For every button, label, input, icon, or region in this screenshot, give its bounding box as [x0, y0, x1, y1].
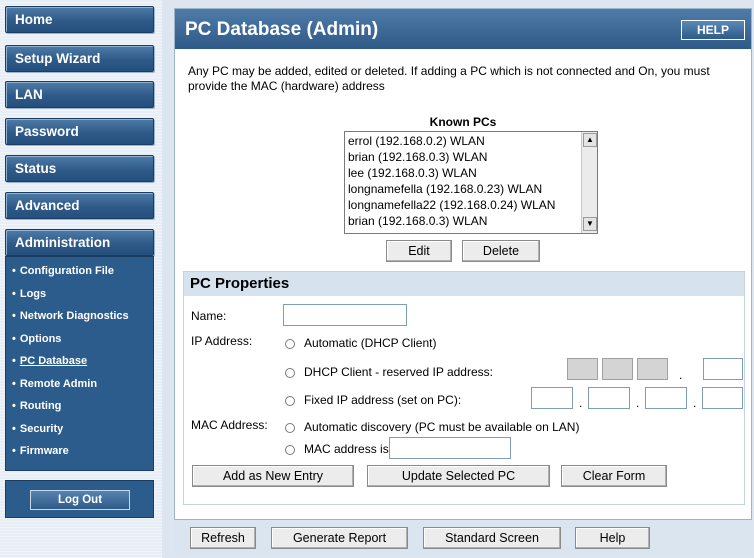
- list-item[interactable]: longnamefella (192.168.0.23) WLAN: [348, 182, 542, 196]
- page-title: PC Database (Admin): [185, 19, 379, 40]
- add-entry-button[interactable]: Add as New Entry: [192, 465, 354, 487]
- ip-dot: .: [693, 396, 697, 410]
- mac-auto-label: Automatic discovery (PC must be availabl…: [304, 420, 580, 434]
- nav-setup-wizard[interactable]: Setup Wizard: [5, 45, 154, 72]
- submenu-remote-admin[interactable]: • Remote Admin: [12, 378, 97, 390]
- ip-dot: .: [679, 368, 683, 382]
- submenu-options[interactable]: • Options: [12, 333, 61, 345]
- submenu-pc-database[interactable]: • PC Database: [12, 355, 87, 367]
- list-item[interactable]: brian (192.168.0.3) WLAN: [348, 214, 487, 228]
- ip-automatic-radio[interactable]: [285, 339, 295, 349]
- submenu-label: Logs: [19, 288, 47, 300]
- nav-status[interactable]: Status: [5, 155, 154, 182]
- submenu-label: PC Database: [19, 355, 88, 367]
- list-item[interactable]: brian (192.168.0.3) WLAN: [348, 150, 487, 164]
- fixed-ip-octet-2[interactable]: [588, 387, 630, 409]
- sidebar: Home Setup Wizard LAN Password Status Ad…: [0, 0, 162, 558]
- reserved-ip-octet-3[interactable]: [637, 358, 668, 380]
- intro-text: Any PC may be added, edited or deleted. …: [188, 64, 710, 93]
- refresh-button[interactable]: Refresh: [190, 527, 256, 549]
- ip-fixed-radio[interactable]: [285, 396, 295, 406]
- submenu-network-diagnostics[interactable]: • Network Diagnostics: [12, 310, 129, 322]
- logout-button[interactable]: Log Out: [30, 490, 130, 510]
- title-bar: PC Database (Admin) HELP: [175, 9, 751, 49]
- help-button[interactable]: HELP: [681, 20, 745, 40]
- reserved-ip-octet-2[interactable]: [602, 358, 633, 380]
- ip-dot: .: [579, 396, 583, 410]
- admin-submenu: • Configuration File • Logs • Network Diagn…: [5, 256, 154, 471]
- list-item[interactable]: lee (192.168.0.3) WLAN: [348, 166, 477, 180]
- edit-button[interactable]: Edit: [386, 240, 452, 262]
- clear-form-button[interactable]: Clear Form: [561, 465, 667, 487]
- list-scrollbar[interactable]: ▲ ▼: [581, 132, 597, 233]
- nav-administration[interactable]: Administration: [5, 229, 154, 256]
- nav-home[interactable]: Home: [5, 6, 154, 33]
- submenu-label: Routing: [19, 400, 62, 412]
- fixed-ip-octet-4[interactable]: [702, 387, 743, 409]
- pc-properties-title: PC Properties: [190, 275, 290, 292]
- bottom-toolbar: Refresh Generate Report Standard Screen …: [174, 521, 752, 556]
- mac-address-label: MAC Address:: [191, 418, 268, 432]
- mac-auto-radio[interactable]: [285, 423, 295, 433]
- mac-address-field[interactable]: [389, 437, 511, 459]
- reserved-ip-octet-4[interactable]: [703, 358, 743, 380]
- help-bottom-button[interactable]: Help: [575, 527, 650, 549]
- pc-properties-header: PC Properties: [184, 272, 744, 296]
- known-pcs-list[interactable]: errol (192.168.0.2) WLAN brian (192.168.…: [344, 131, 598, 234]
- fixed-ip-octet-1[interactable]: [531, 387, 573, 409]
- reserved-ip-octet-1[interactable]: [567, 358, 598, 380]
- list-item[interactable]: errol (192.168.0.2) WLAN: [348, 134, 485, 148]
- submenu-label: Options: [19, 333, 62, 345]
- logout-panel: Log Out: [5, 480, 154, 518]
- standard-screen-button[interactable]: Standard Screen: [423, 527, 561, 549]
- scroll-down-icon[interactable]: ▼: [583, 217, 597, 231]
- ip-address-label: IP Address:: [191, 334, 253, 348]
- submenu-configuration-file[interactable]: • Configuration File: [12, 265, 114, 277]
- submenu-logs[interactable]: • Logs: [12, 288, 46, 300]
- delete-button[interactable]: Delete: [462, 240, 540, 262]
- list-item[interactable]: longnamefella22 (192.168.0.24) WLAN: [348, 198, 555, 212]
- pc-properties-panel: PC Properties Name: IP Address: Automati…: [183, 271, 745, 505]
- nav-password[interactable]: Password: [5, 118, 154, 145]
- main-panel: PC Database (Admin) HELP Any PC may be a…: [174, 8, 752, 520]
- name-field[interactable]: [283, 304, 407, 326]
- submenu-label: Network Diagnostics: [19, 310, 129, 322]
- ip-fixed-label: Fixed IP address (set on PC):: [304, 393, 462, 407]
- nav-lan[interactable]: LAN: [5, 81, 154, 108]
- submenu-label: Configuration File: [19, 265, 114, 277]
- mac-manual-radio[interactable]: [285, 445, 295, 455]
- fixed-ip-octet-3[interactable]: [645, 387, 687, 409]
- update-pc-button[interactable]: Update Selected PC: [367, 465, 550, 487]
- submenu-label: Security: [19, 423, 64, 435]
- ip-reserved-label: DHCP Client - reserved IP address:: [304, 365, 493, 379]
- ip-reserved-radio[interactable]: [285, 368, 295, 378]
- submenu-security[interactable]: • Security: [12, 423, 63, 435]
- submenu-label: Remote Admin: [19, 378, 98, 390]
- nav-advanced[interactable]: Advanced: [5, 192, 154, 219]
- submenu-firmware[interactable]: • Firmware: [12, 445, 69, 457]
- scroll-up-icon[interactable]: ▲: [583, 133, 597, 147]
- ip-automatic-label: Automatic (DHCP Client): [304, 336, 437, 350]
- submenu-label: Firmware: [19, 445, 69, 457]
- name-label: Name:: [191, 309, 227, 323]
- submenu-routing[interactable]: • Routing: [12, 400, 61, 412]
- mac-manual-label: MAC address is: [304, 442, 389, 456]
- ip-dot: .: [636, 396, 640, 410]
- known-pcs-heading: Known PCs: [429, 115, 497, 129]
- generate-report-button[interactable]: Generate Report: [271, 527, 408, 549]
